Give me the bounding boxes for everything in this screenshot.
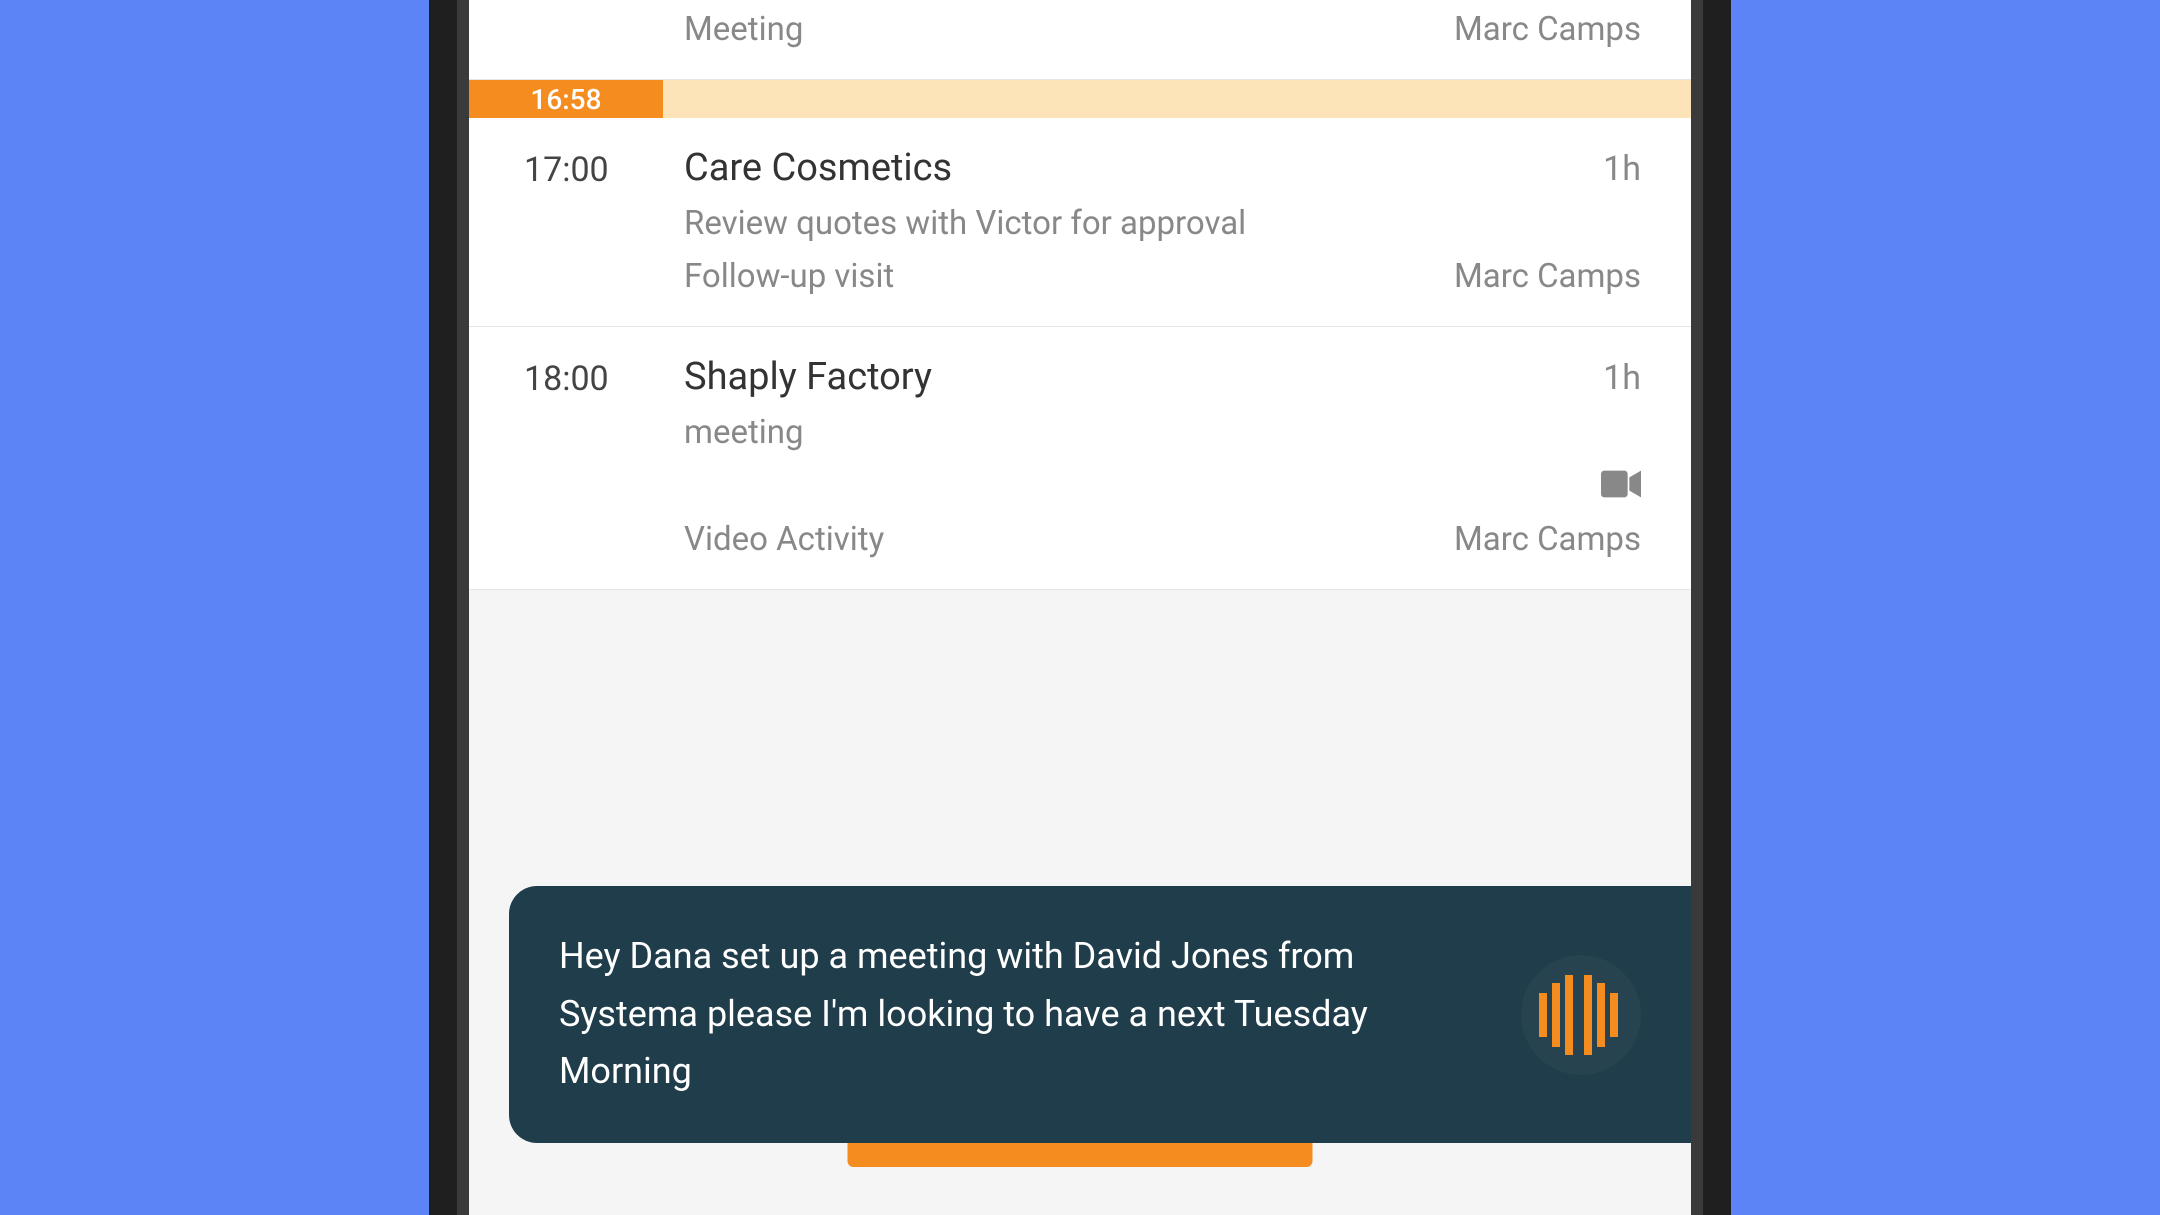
- voice-transcript: Hey Dana set up a meeting with David Jon…: [559, 928, 1481, 1101]
- event-item[interactable]: 17:00 Care Cosmetics 1h Review quotes wi…: [469, 118, 1691, 327]
- voice-assistant-overlay[interactable]: Hey Dana set up a meeting with David Jon…: [509, 886, 1691, 1143]
- phone-inner-frame: Meeting Marc Camps 16:58 17:00 Care Cosm…: [457, 0, 1703, 1215]
- event-duration: 1h: [1603, 358, 1641, 398]
- event-time: 18:00: [524, 355, 684, 559]
- event-owner-label: Marc Camps: [1454, 257, 1641, 296]
- event-title: Shaply Factory: [684, 355, 932, 399]
- event-item-partial[interactable]: Meeting Marc Camps: [469, 0, 1691, 80]
- current-time-bar: [663, 80, 1691, 118]
- event-type-label: Video Activity: [684, 520, 884, 559]
- event-description: Review quotes with Victor for approval: [684, 204, 1641, 243]
- current-time-marker: 16:58: [469, 80, 1691, 118]
- event-body: Shaply Factory 1h meeting Video: [684, 355, 1641, 559]
- event-body: Care Cosmetics 1h Review quotes with Vic…: [684, 146, 1641, 296]
- event-type-label: Follow-up visit: [684, 257, 894, 296]
- phone-screen: Meeting Marc Camps 16:58 17:00 Care Cosm…: [469, 0, 1691, 1215]
- event-description: meeting: [684, 413, 1641, 452]
- event-item[interactable]: 18:00 Shaply Factory 1h meeting: [469, 327, 1691, 590]
- event-time: 17:00: [524, 146, 684, 296]
- event-owner-label: Marc Camps: [1454, 520, 1641, 559]
- video-camera-icon: [1601, 470, 1641, 502]
- event-type-label: Meeting: [684, 10, 803, 49]
- current-time-pill: 16:58: [469, 80, 663, 118]
- event-title: Care Cosmetics: [684, 146, 952, 190]
- voice-waveform-button[interactable]: [1521, 955, 1641, 1075]
- phone-frame: Meeting Marc Camps 16:58 17:00 Care Cosm…: [429, 0, 1731, 1215]
- event-duration: 1h: [1603, 149, 1641, 189]
- event-owner-label: Marc Camps: [1454, 10, 1641, 49]
- waveform-icon: [1536, 975, 1626, 1055]
